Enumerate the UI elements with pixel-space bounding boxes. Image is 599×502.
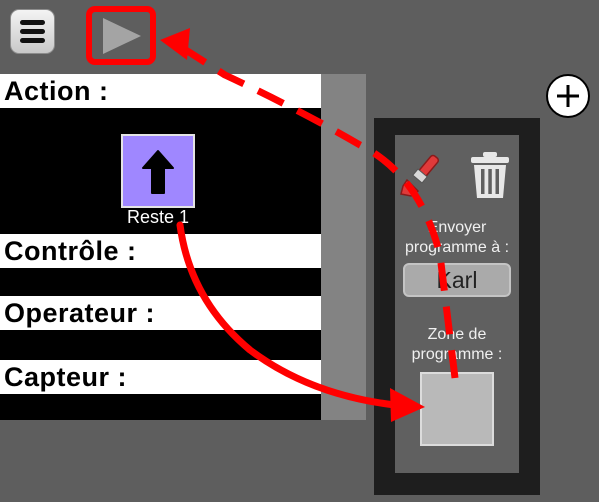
category-action[interactable]: Action : [0, 74, 321, 108]
palette-scrollbar[interactable] [321, 74, 366, 420]
arrow-up-icon [142, 150, 174, 194]
category-controle[interactable]: Contrôle : [0, 234, 321, 268]
category-capteur[interactable]: Capteur : [0, 360, 321, 394]
menu-button[interactable] [10, 9, 55, 54]
program-zone-label: Zone de programme : [411, 326, 503, 363]
dashed-arrowhead [160, 28, 190, 60]
paint-brush-icon [400, 154, 440, 197]
play-button[interactable] [86, 6, 156, 65]
move-forward-block[interactable] [121, 134, 195, 208]
program-drop-zone[interactable] [420, 372, 494, 446]
clear-brush-button[interactable] [398, 148, 450, 205]
block-remaining-label: Reste 1 [126, 207, 190, 227]
trash-button[interactable] [468, 150, 512, 205]
send-program-label: Envoyer programme à : [404, 219, 510, 256]
category-operateur[interactable]: Operateur : [0, 296, 321, 330]
robot-name-field[interactable]: Karl [403, 263, 511, 297]
plus-circle-icon [557, 85, 579, 107]
block-palette: Action : Contrôle : Operateur : Capteur … [0, 74, 321, 420]
add-button[interactable] [546, 74, 590, 118]
play-triangle-icon [103, 18, 141, 54]
hamburger-menu-icon [20, 20, 45, 43]
trash-icon [471, 152, 509, 198]
